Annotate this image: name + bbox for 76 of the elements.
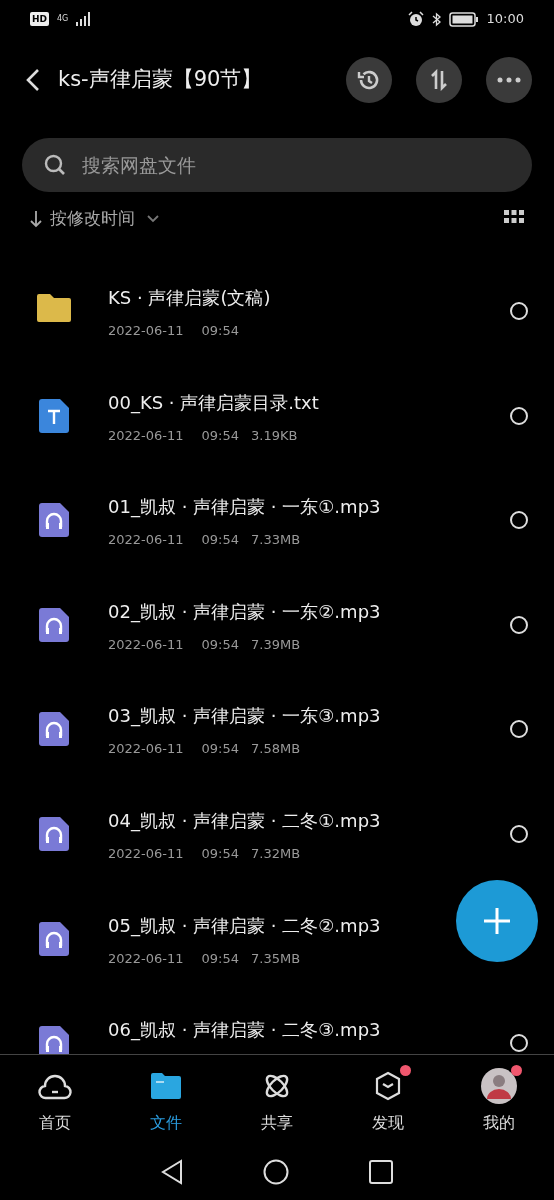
home-nav-icon[interactable] — [263, 1159, 289, 1185]
folder-icon — [151, 1072, 182, 1100]
bluetooth-icon — [431, 11, 441, 27]
plus-icon — [482, 906, 512, 936]
back-icon[interactable] — [26, 68, 40, 92]
nav-tab[interactable]: 共享 — [221, 1055, 333, 1142]
select-radio[interactable] — [510, 1034, 528, 1053]
nav-tab[interactable]: 发现 — [332, 1055, 444, 1142]
history-button[interactable] — [346, 57, 392, 103]
sort-direction-icon — [30, 209, 42, 228]
file-date: 2022-06-11 — [108, 740, 184, 759]
search-input[interactable]: 搜索网盘文件 — [80, 149, 510, 181]
audio-file-icon — [39, 816, 69, 851]
nav-tab[interactable]: 我的 — [443, 1055, 554, 1142]
file-time: 09:54 — [201, 531, 240, 550]
file-time: 09:54 — [201, 635, 240, 654]
file-name[interactable]: 00_KS · 声律启蒙目录.txt — [108, 388, 319, 416]
network-type: 4G — [57, 15, 69, 23]
folder-icon — [37, 294, 71, 322]
select-radio[interactable] — [510, 720, 528, 739]
select-radio[interactable] — [510, 511, 528, 530]
select-radio[interactable] — [510, 824, 528, 843]
file-size: 7.58MB — [251, 740, 301, 759]
alarm-icon — [407, 11, 424, 27]
audio-file-icon — [39, 607, 69, 642]
grid-view-icon[interactable] — [504, 210, 524, 224]
back-nav-icon[interactable] — [161, 1159, 183, 1185]
folder-title: ks-声律启蒙【90节】 — [58, 66, 264, 94]
file-size: 7.32MB — [251, 844, 301, 863]
nav-tab[interactable]: 首页 — [0, 1055, 111, 1142]
file-date: 2022-06-11 — [108, 949, 184, 968]
file-name[interactable]: 01_凯叔 · 声律启蒙 · 一东①.mp3 — [108, 493, 381, 521]
file-date: 2022-06-11 — [108, 322, 184, 340]
file-name[interactable]: 05_凯叔 · 声律启蒙 · 二冬②.mp3 — [108, 911, 381, 939]
file-time: 09:54 — [201, 426, 240, 445]
cloud-icon — [38, 1072, 73, 1100]
file-size: 3.19KB — [251, 426, 298, 445]
audio-file-icon — [39, 921, 69, 956]
file-date: 2022-06-11 — [108, 531, 184, 550]
more-button[interactable] — [486, 57, 532, 103]
file-name[interactable]: 03_凯叔 · 声律启蒙 · 一东③.mp3 — [108, 702, 381, 730]
hd-indicator: HD — [30, 12, 49, 26]
text-file-icon — [39, 398, 69, 433]
avatar — [480, 1068, 517, 1104]
sort-option[interactable]: 按修改时间 — [50, 206, 135, 232]
select-radio[interactable] — [510, 302, 528, 320]
file-name[interactable]: 02_凯叔 · 声律启蒙 · 一东②.mp3 — [108, 597, 381, 625]
file-date: 2022-06-11 — [108, 635, 184, 654]
more-icon — [497, 77, 521, 83]
transfer-button[interactable] — [416, 57, 462, 103]
signal-icon — [76, 12, 93, 26]
chevron-down-icon[interactable] — [147, 214, 159, 223]
clock-time: 10:00 — [486, 10, 524, 29]
audio-file-icon — [39, 503, 69, 538]
battery-icon — [448, 11, 479, 27]
audio-file-icon — [39, 712, 69, 747]
file-name[interactable]: KS · 声律启蒙(文稿) — [108, 284, 271, 311]
file-size: 7.33MB — [251, 531, 301, 550]
file-name[interactable]: 04_凯叔 · 声律启蒙 · 二冬①.mp3 — [108, 806, 381, 834]
file-size: 7.39MB — [251, 635, 301, 654]
file-time: 09:54 — [201, 949, 240, 968]
select-radio[interactable] — [510, 406, 528, 425]
hexagon-clock-icon — [373, 1071, 402, 1101]
search-icon — [44, 154, 66, 176]
file-date: 2022-06-11 — [108, 844, 184, 863]
search-field[interactable]: 搜索网盘文件 — [22, 138, 532, 192]
file-time: 09:54 — [201, 844, 240, 863]
file-name[interactable]: 06_凯叔 · 声律启蒙 · 二冬③.mp3 — [108, 1016, 381, 1044]
file-size: 7.35MB — [251, 949, 301, 968]
file-time: 09:54 — [201, 740, 240, 759]
audio-file-icon — [39, 1026, 69, 1054]
nav-tab[interactable]: 文件 — [110, 1055, 222, 1142]
select-radio[interactable] — [510, 615, 528, 634]
recents-nav-icon[interactable] — [369, 1160, 393, 1184]
file-time: 09:54 — [201, 322, 240, 340]
file-date: 2022-06-11 — [108, 426, 184, 445]
